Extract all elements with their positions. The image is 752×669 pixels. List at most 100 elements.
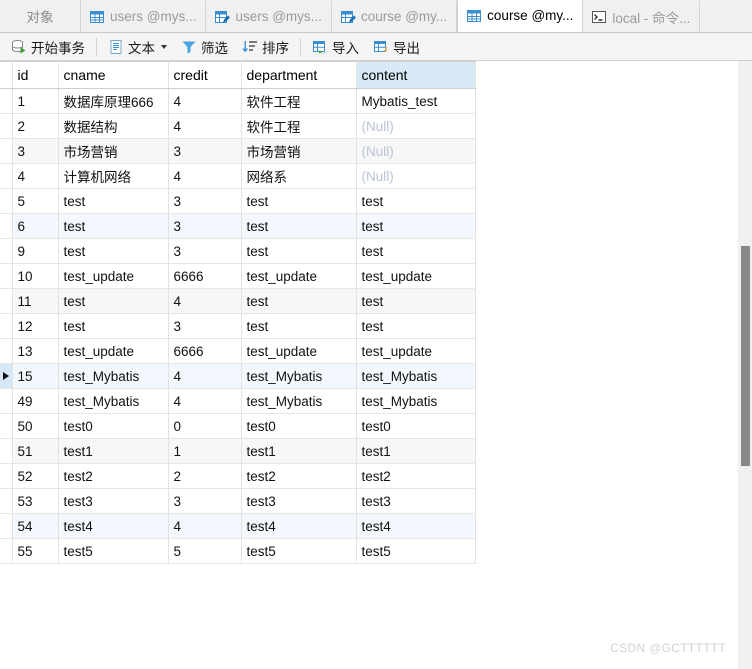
- cell-department[interactable]: 软件工程: [241, 88, 357, 114]
- cell-content[interactable]: test: [356, 288, 476, 314]
- objects-panel-tab[interactable]: 对象: [0, 0, 81, 32]
- cell-id[interactable]: 9: [12, 238, 59, 264]
- cell-cname[interactable]: 数据库原理666: [58, 88, 169, 114]
- cell-cname[interactable]: test: [58, 288, 169, 314]
- cell-department[interactable]: test_Mybatis: [241, 388, 357, 414]
- cell-credit[interactable]: 3: [168, 213, 242, 239]
- table-row[interactable]: 11 test 4 test test: [0, 288, 476, 314]
- cell-credit[interactable]: 3: [168, 188, 242, 214]
- cell-id[interactable]: 4: [12, 163, 59, 189]
- table-row[interactable]: 55 test5 5 test5 test5: [0, 538, 476, 564]
- cell-id[interactable]: 5: [12, 188, 59, 214]
- table-row[interactable]: 3 市场营销 3 市场营销 (Null): [0, 138, 476, 164]
- row-gutter[interactable]: [0, 388, 13, 414]
- cell-department[interactable]: test: [241, 213, 357, 239]
- tab-1[interactable]: users @mys...: [206, 1, 332, 32]
- cell-department[interactable]: 网络系: [241, 163, 357, 189]
- cell-content[interactable]: test0: [356, 413, 476, 439]
- cell-content[interactable]: (Null): [356, 113, 476, 139]
- cell-credit[interactable]: 4: [168, 388, 242, 414]
- cell-department[interactable]: test_update: [241, 263, 357, 289]
- cell-department[interactable]: test2: [241, 463, 357, 489]
- cell-credit[interactable]: 3: [168, 138, 242, 164]
- cell-content[interactable]: (Null): [356, 163, 476, 189]
- row-gutter[interactable]: [0, 438, 13, 464]
- text-button[interactable]: 文本: [101, 35, 174, 59]
- row-gutter[interactable]: [0, 288, 13, 314]
- cell-id[interactable]: 54: [12, 513, 59, 539]
- table-row[interactable]: 10 test_update 6666 test_update test_update: [0, 263, 476, 289]
- cell-department[interactable]: test1: [241, 438, 357, 464]
- cell-cname[interactable]: test0: [58, 413, 169, 439]
- cell-credit[interactable]: 6666: [168, 263, 242, 289]
- cell-content[interactable]: test1: [356, 438, 476, 464]
- cell-content[interactable]: test2: [356, 463, 476, 489]
- import-button[interactable]: 导入: [305, 35, 366, 59]
- column-header-id[interactable]: id: [12, 61, 59, 89]
- cell-credit[interactable]: 3: [168, 313, 242, 339]
- cell-id[interactable]: 13: [12, 338, 59, 364]
- row-gutter[interactable]: [0, 313, 13, 339]
- cell-department[interactable]: test: [241, 288, 357, 314]
- row-gutter[interactable]: [0, 538, 13, 564]
- cell-content[interactable]: test5: [356, 538, 476, 564]
- table-row[interactable]: 53 test3 3 test3 test3: [0, 488, 476, 514]
- cell-cname[interactable]: test_Mybatis: [58, 363, 169, 389]
- cell-id[interactable]: 1: [12, 88, 59, 114]
- cell-id[interactable]: 11: [12, 288, 59, 314]
- row-gutter[interactable]: [0, 463, 13, 489]
- row-gutter[interactable]: [0, 113, 13, 139]
- cell-cname[interactable]: 计算机网络: [58, 163, 169, 189]
- export-button[interactable]: 导出: [366, 35, 427, 59]
- sort-button[interactable]: 排序: [235, 35, 296, 59]
- row-gutter[interactable]: [0, 413, 13, 439]
- cell-credit[interactable]: 2: [168, 463, 242, 489]
- cell-id[interactable]: 6: [12, 213, 59, 239]
- tab-3-active[interactable]: course @my...: [457, 0, 584, 32]
- column-header-cname[interactable]: cname: [58, 61, 169, 89]
- cell-cname[interactable]: test4: [58, 513, 169, 539]
- column-header-credit[interactable]: credit: [168, 61, 242, 89]
- chevron-down-icon[interactable]: [161, 44, 167, 49]
- cell-department[interactable]: 软件工程: [241, 113, 357, 139]
- cell-department[interactable]: test_update: [241, 338, 357, 364]
- cell-id[interactable]: 3: [12, 138, 59, 164]
- vertical-scrollbar-thumb[interactable]: [741, 246, 750, 466]
- row-gutter[interactable]: [0, 188, 13, 214]
- cell-content[interactable]: (Null): [356, 138, 476, 164]
- cell-cname[interactable]: test1: [58, 438, 169, 464]
- cell-id[interactable]: 51: [12, 438, 59, 464]
- cell-content[interactable]: test: [356, 213, 476, 239]
- cell-credit[interactable]: 6666: [168, 338, 242, 364]
- cell-cname[interactable]: test: [58, 188, 169, 214]
- table-row[interactable]: 2 数据结构 4 软件工程 (Null): [0, 113, 476, 139]
- cell-department[interactable]: test: [241, 188, 357, 214]
- cell-department[interactable]: test0: [241, 413, 357, 439]
- begin-transaction-button[interactable]: 开始事务: [4, 35, 92, 59]
- cell-cname[interactable]: 数据结构: [58, 113, 169, 139]
- table-row[interactable]: 13 test_update 6666 test_update test_update: [0, 338, 476, 364]
- cell-department[interactable]: test5: [241, 538, 357, 564]
- cell-content[interactable]: test4: [356, 513, 476, 539]
- table-row[interactable]: 9 test 3 test test: [0, 238, 476, 264]
- table-row[interactable]: 12 test 3 test test: [0, 313, 476, 339]
- cell-credit[interactable]: 4: [168, 113, 242, 139]
- tab-4[interactable]: local - 命令...: [583, 1, 701, 32]
- row-gutter[interactable]: [0, 138, 13, 164]
- row-gutter[interactable]: [0, 213, 13, 239]
- table-row[interactable]: 49 test_Mybatis 4 test_Mybatis test_Mybatis: [0, 388, 476, 414]
- cell-cname[interactable]: test2: [58, 463, 169, 489]
- vertical-scrollbar[interactable]: [737, 61, 752, 669]
- cell-id[interactable]: 15: [12, 363, 59, 389]
- cell-credit[interactable]: 3: [168, 238, 242, 264]
- cell-cname[interactable]: test: [58, 213, 169, 239]
- table-row[interactable]: 4 计算机网络 4 网络系 (Null): [0, 163, 476, 189]
- cell-department[interactable]: test3: [241, 488, 357, 514]
- cell-id[interactable]: 55: [12, 538, 59, 564]
- cell-content[interactable]: test_Mybatis: [356, 363, 476, 389]
- cell-content[interactable]: test: [356, 238, 476, 264]
- cell-content[interactable]: Mybatis_test: [356, 88, 476, 114]
- table-row[interactable]: 1 数据库原理666 4 软件工程 Mybatis_test: [0, 88, 476, 114]
- cell-credit[interactable]: 4: [168, 88, 242, 114]
- filter-button[interactable]: 筛选: [174, 35, 235, 59]
